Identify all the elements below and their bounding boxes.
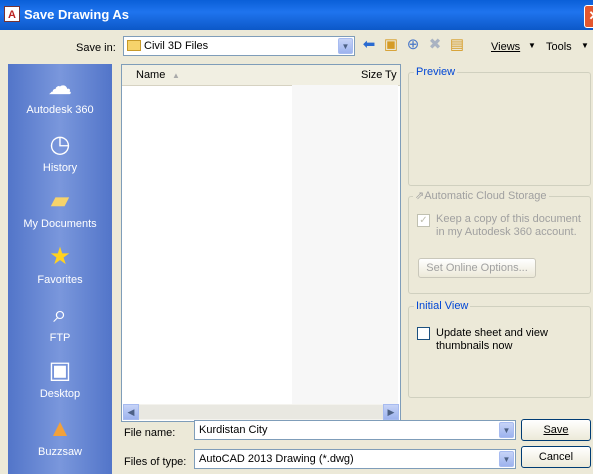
chevron-down-icon[interactable]: ▼ (338, 38, 353, 54)
up-folder-icon[interactable]: ▣ (382, 36, 400, 54)
history-icon: ◷ (49, 131, 71, 158)
place-ftp[interactable]: ⌕ FTP (8, 300, 112, 344)
places-bar: ☁ Autodesk 360 ◷ History ▰ My Documents … (8, 64, 112, 474)
back-icon[interactable]: ⬅ (360, 36, 378, 54)
keep-copy-checkbox[interactable]: ✓ (417, 214, 430, 227)
views-chevron-down-icon[interactable]: ▼ (528, 41, 536, 50)
keep-copy-line-2: in my Autodesk 360 account. (436, 226, 577, 238)
preview-label: Preview (414, 66, 458, 78)
place-my-documents[interactable]: ▰ My Documents (8, 186, 112, 230)
cloud-icon: ☁ (48, 73, 72, 100)
initial-view-label: Initial View (414, 300, 471, 312)
place-desktop[interactable]: ▣ Desktop (8, 356, 112, 400)
preview-group (408, 72, 591, 186)
save-dialog: Save in: Civil 3D Files ▼ ⬅ ▣ ⊕ ✖ ▤ View… (0, 30, 593, 474)
ftp-icon: ⌕ (53, 301, 67, 328)
horizontal-scrollbar[interactable]: ◀ ▶ (123, 404, 399, 420)
place-favorites[interactable]: ★ Favorites (8, 242, 112, 286)
tools-chevron-down-icon[interactable]: ▼ (581, 41, 589, 50)
chevron-down-icon[interactable]: ▼ (499, 451, 514, 467)
keep-copy-line-1: Keep a copy of this document (436, 213, 581, 225)
delete-icon[interactable]: ✖ (426, 36, 444, 54)
cancel-button[interactable]: Cancel (521, 446, 591, 468)
new-folder-icon[interactable]: ▤ (448, 36, 466, 54)
update-line-1: Update sheet and view (436, 327, 548, 339)
place-buzzsaw[interactable]: ▲ Buzzsaw (8, 414, 112, 458)
place-history[interactable]: ◷ History (8, 130, 112, 174)
window-title: Save Drawing As (24, 7, 130, 22)
save-in-label: Save in: (76, 42, 116, 54)
file-name-input[interactable]: Kurdistan City ▼ (194, 420, 516, 440)
keep-copy-text: Keep a copy of this document in my Autod… (436, 213, 581, 239)
chevron-down-icon[interactable]: ▼ (499, 422, 514, 438)
file-name-label: File name: (124, 427, 176, 439)
my-documents-icon: ▰ (50, 187, 70, 214)
folder-icon (127, 40, 141, 51)
views-menu[interactable]: Views (491, 41, 520, 53)
files-of-type-select[interactable]: AutoCAD 2013 Drawing (*.dwg) ▼ (194, 449, 516, 469)
update-thumbnails-text: Update sheet and view thumbnails now (436, 327, 548, 353)
favorites-icon: ★ (49, 243, 71, 270)
cloud-storage-icon: ⇗ (415, 190, 425, 202)
files-of-type-value: AutoCAD 2013 Drawing (*.dwg) (199, 453, 354, 465)
desktop-icon: ▣ (48, 357, 72, 384)
place-label: History (42, 162, 78, 174)
place-label: Buzzsaw (37, 446, 83, 458)
place-label: FTP (49, 332, 71, 344)
place-label: Desktop (39, 388, 81, 400)
app-icon: A (4, 6, 20, 22)
title-bar: A Save Drawing As ✕ (0, 0, 593, 30)
place-label: Autodesk 360 (26, 104, 94, 116)
close-button[interactable]: ✕ (584, 5, 593, 28)
place-label: Favorites (37, 274, 83, 286)
cloud-storage-group (408, 196, 591, 294)
scroll-track[interactable] (139, 405, 383, 419)
column-size[interactable]: Size (361, 69, 382, 81)
save-in-value: Civil 3D Files (144, 40, 209, 52)
file-list[interactable]: Name ▲ Size Ty ◀ ▶ (121, 64, 401, 422)
tools-menu[interactable]: Tools (546, 41, 572, 53)
cloud-storage-label: ⇗Automatic Cloud Storage (413, 189, 549, 202)
update-line-2: thumbnails now (436, 340, 513, 352)
column-type[interactable]: Ty (385, 69, 397, 81)
buzzsaw-icon: ▲ (48, 415, 72, 442)
sort-up-icon: ▲ (172, 71, 180, 80)
cloud-storage-text: Automatic Cloud Storage (424, 190, 547, 202)
place-label: My Documents (23, 218, 97, 230)
scroll-right-icon[interactable]: ▶ (383, 404, 399, 420)
place-autodesk-360[interactable]: ☁ Autodesk 360 (8, 72, 112, 116)
search-web-icon[interactable]: ⊕ (404, 36, 422, 54)
column-name[interactable]: Name (136, 69, 165, 81)
save-button[interactable]: Save (521, 419, 591, 441)
files-of-type-label: Files of type: (124, 456, 187, 468)
update-thumbnails-checkbox[interactable] (417, 327, 430, 340)
set-online-options-button[interactable]: Set Online Options... (418, 258, 536, 278)
save-in-combo[interactable]: Civil 3D Files ▼ (123, 36, 355, 56)
column-shade (292, 85, 398, 405)
scroll-left-icon[interactable]: ◀ (123, 404, 139, 420)
file-list-header: Name ▲ Size Ty (122, 65, 400, 86)
file-name-value: Kurdistan City (199, 424, 268, 436)
